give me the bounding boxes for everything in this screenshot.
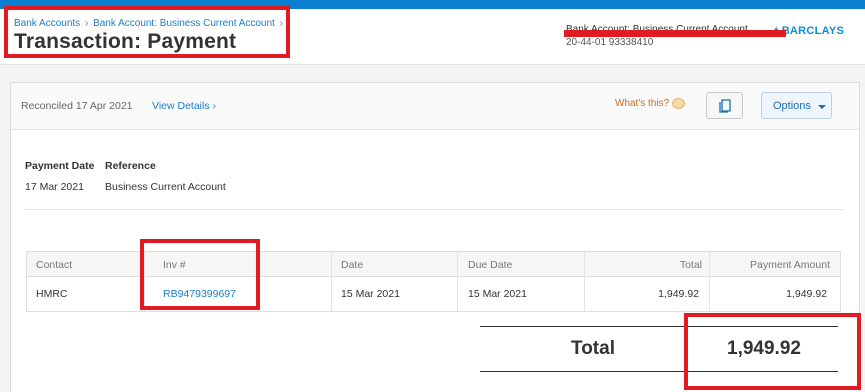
options-label: Options bbox=[773, 100, 811, 112]
whats-this-label: What's this? bbox=[615, 98, 670, 110]
account-number: 20-44-01 93338410 bbox=[566, 37, 654, 48]
total-label: Total bbox=[571, 338, 615, 359]
cell-date: 15 Mar 2021 bbox=[341, 288, 400, 300]
cell-payment-amount: 1,949.92 bbox=[786, 288, 827, 300]
col-header-payment-amount[interactable]: Payment Amount bbox=[717, 259, 830, 271]
annotation-box-total bbox=[684, 313, 861, 390]
payment-date-value: 17 Mar 2021 bbox=[25, 181, 84, 193]
chevron-down-icon bbox=[818, 105, 826, 109]
section-divider bbox=[25, 209, 843, 210]
column-separator bbox=[584, 252, 585, 311]
reference-label: Reference bbox=[105, 160, 156, 172]
options-button[interactable]: Options bbox=[761, 92, 832, 119]
copy-icon bbox=[719, 99, 731, 113]
bank-logo-text: BARCLAYS bbox=[781, 25, 845, 37]
col-header-total[interactable]: Total bbox=[607, 259, 702, 271]
payment-date-label: Payment Date bbox=[25, 160, 95, 172]
speech-bubble-icon bbox=[672, 98, 686, 109]
view-details-link[interactable]: View Details › bbox=[152, 100, 216, 112]
copy-button[interactable] bbox=[706, 92, 743, 119]
column-separator bbox=[457, 252, 458, 311]
reference-value: Business Current Account bbox=[105, 181, 226, 193]
col-header-date[interactable]: Date bbox=[341, 259, 363, 271]
cell-due-date: 15 Mar 2021 bbox=[468, 288, 527, 300]
reconciled-status: Reconciled 17 Apr 2021 bbox=[21, 100, 133, 112]
status-bar: Reconciled 17 Apr 2021 View Details › Wh… bbox=[11, 83, 859, 130]
annotation-strike-account bbox=[564, 30, 786, 37]
cell-total: 1,949.92 bbox=[658, 288, 699, 300]
col-header-due-date[interactable]: Due Date bbox=[468, 259, 512, 271]
column-separator bbox=[331, 252, 332, 311]
col-header-contact[interactable]: Contact bbox=[36, 259, 72, 271]
whats-this-link[interactable]: What's this? bbox=[615, 98, 686, 110]
annotation-box-title bbox=[4, 6, 290, 58]
cell-contact: HMRC bbox=[36, 288, 68, 300]
column-separator bbox=[709, 252, 710, 311]
annotation-box-invoice bbox=[140, 239, 260, 310]
